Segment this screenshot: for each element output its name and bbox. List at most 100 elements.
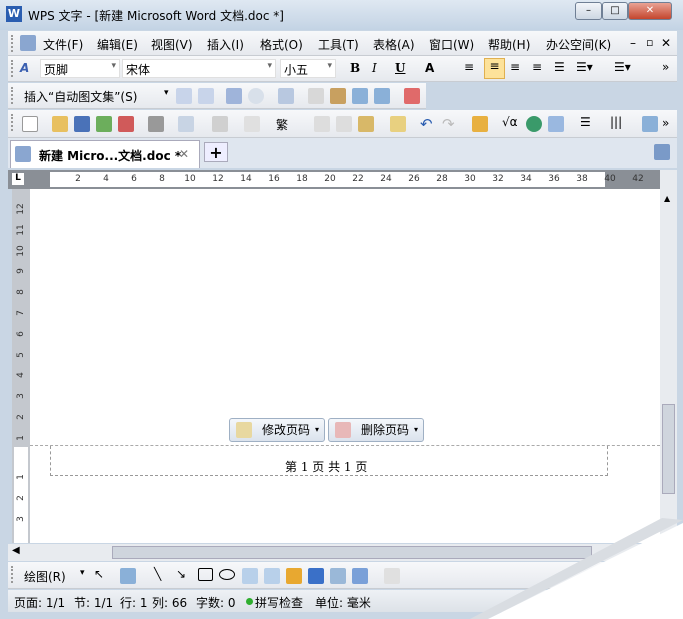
more-button[interactable]: » — [662, 116, 669, 130]
status-word-count[interactable]: 字数: 0 — [196, 594, 236, 611]
delete-page-number-button[interactable]: 删除页码 ▾ — [328, 418, 424, 442]
footer-text[interactable]: 第 1 页 共 1 页 — [285, 458, 367, 475]
style-select[interactable]: 页脚 ▾ — [40, 59, 120, 78]
arrow-icon[interactable]: ↘ — [176, 567, 186, 581]
close-button[interactable]: ✕ — [628, 2, 672, 20]
menu-office-space[interactable]: 办公空间(K) — [546, 36, 611, 53]
more-button[interactable]: » — [662, 60, 669, 74]
tab-close-icon[interactable]: ✕ — [179, 147, 189, 161]
underline-button[interactable]: U — [395, 61, 405, 75]
same-as-previous-icon[interactable] — [308, 88, 324, 104]
menu-edit[interactable]: 编辑(E) — [97, 36, 138, 53]
align-right-button[interactable]: ≡ — [510, 60, 520, 74]
font-select[interactable]: 宋体 ▾ — [122, 59, 276, 78]
scroll-up-icon[interactable]: ▲ — [664, 194, 670, 203]
date-icon[interactable] — [226, 88, 242, 104]
page-number-icon[interactable] — [176, 88, 192, 104]
textbox-icon[interactable] — [242, 568, 258, 584]
toolbar-grip[interactable] — [11, 60, 13, 77]
menu-insert[interactable]: 插入(I) — [207, 36, 244, 53]
doc-close-button[interactable]: ✕ — [661, 36, 671, 50]
menu-view[interactable]: 视图(V) — [151, 36, 193, 53]
chevron-down-icon[interactable]: ▾ — [80, 568, 85, 578]
distributed-button[interactable]: ☰ — [554, 60, 565, 74]
print-icon[interactable] — [148, 116, 164, 132]
autoshapes-icon[interactable] — [120, 568, 136, 584]
vertical-textbox-icon[interactable] — [264, 568, 280, 584]
line-icon[interactable]: ╲ — [154, 567, 161, 581]
menu-window[interactable]: 窗口(W) — [429, 36, 474, 53]
maximize-button[interactable]: □ — [602, 2, 628, 20]
font-size-select[interactable]: 小五 ▾ — [280, 59, 336, 78]
align-center-button[interactable]: ≡ — [484, 58, 505, 79]
justify-button[interactable]: ≡ — [532, 60, 542, 74]
minimize-button[interactable]: – — [575, 2, 602, 20]
insert-autotext-button[interactable]: 插入“自动图文集”(S) — [24, 88, 137, 105]
hyperlink-icon[interactable] — [526, 116, 542, 132]
edit-page-number-button[interactable]: 修改页码 ▾ — [229, 418, 325, 442]
footer-region[interactable]: 第 1 页 共 1 页 — [50, 446, 608, 476]
document-tab[interactable]: 新建 Micro...文档.doc * ✕ — [10, 140, 200, 168]
new-icon[interactable] — [22, 116, 38, 132]
toolbar-grip[interactable] — [11, 114, 13, 131]
doc-restore-button[interactable]: ▫ — [646, 36, 653, 49]
align-left-button[interactable]: ≡ — [464, 60, 474, 74]
close-header-footer-icon[interactable] — [404, 88, 420, 104]
fill-color-icon[interactable] — [384, 568, 400, 584]
save-icon[interactable] — [74, 116, 90, 132]
new-tab-button[interactable]: + — [204, 142, 228, 162]
menu-table[interactable]: 表格(A) — [373, 36, 415, 53]
spellcheck-button[interactable]: 拼写检查 — [255, 594, 303, 611]
open-icon[interactable] — [52, 116, 68, 132]
window-layout-icon[interactable] — [654, 144, 670, 160]
undo-icon[interactable]: ↶ — [420, 115, 433, 133]
traditional-chinese-button[interactable]: 繁 — [276, 116, 288, 133]
document-area[interactable]: 第 1 页 共 1 页 — [30, 189, 660, 543]
insert-object-icon[interactable] — [352, 568, 368, 584]
toolbar-grip[interactable] — [11, 35, 13, 52]
show-previous-icon[interactable] — [352, 88, 368, 104]
format-painter-disabled-icon[interactable] — [244, 116, 260, 132]
scroll-left-icon[interactable]: ◀ — [12, 545, 20, 556]
redo-icon[interactable]: ↷ — [442, 115, 455, 133]
columns-icon[interactable]: ☰ — [580, 115, 591, 129]
page-count-icon[interactable] — [198, 88, 214, 104]
rectangle-icon[interactable] — [198, 568, 213, 581]
vertical-ruler[interactable]: 12 11 10 9 8 7 6 5 4 3 2 1 1 2 3 — [12, 189, 30, 543]
bullets-button[interactable]: ☰▾ — [614, 60, 631, 74]
document-map-icon[interactable] — [642, 116, 658, 132]
vertical-scrollbar[interactable]: ▲ — [660, 170, 677, 543]
table-icon[interactable] — [548, 116, 564, 132]
print-preview-icon[interactable] — [178, 116, 194, 132]
horizontal-ruler[interactable]: L 2 4 6 8 10 12 14 16 18 20 22 24 26 28 30 32 34 36 38 40 42 — [8, 170, 677, 189]
menu-help[interactable]: 帮助(H) — [488, 36, 530, 53]
page-setup-icon[interactable] — [278, 88, 294, 104]
clipart-icon[interactable] — [286, 568, 302, 584]
cut-icon[interactable] — [336, 116, 352, 132]
toolbar-grip[interactable] — [11, 566, 13, 583]
document-icon[interactable] — [20, 35, 36, 51]
format-brush-icon[interactable] — [390, 116, 406, 132]
ellipse-icon[interactable] — [219, 569, 235, 580]
email-icon[interactable] — [96, 116, 112, 132]
menu-format[interactable]: 格式(O) — [260, 36, 303, 53]
formula-icon[interactable]: √α — [502, 115, 518, 129]
draw-menu-button[interactable]: 绘图(R) — [24, 568, 66, 585]
switch-header-footer-icon[interactable] — [330, 88, 346, 104]
chevron-down-icon[interactable]: ▾ — [164, 88, 169, 98]
font-color-button[interactable]: A — [425, 61, 434, 75]
italic-button[interactable]: I — [372, 61, 377, 75]
wordart-icon[interactable] — [308, 568, 324, 584]
tab-stop-selector[interactable]: L — [12, 173, 24, 185]
spellcheck-icon[interactable] — [212, 116, 228, 132]
copy-icon[interactable] — [314, 116, 330, 132]
scroll-thumb[interactable] — [112, 546, 592, 559]
picture-icon[interactable] — [330, 568, 346, 584]
menu-tools[interactable]: 工具(T) — [318, 36, 359, 53]
export-pdf-icon[interactable] — [118, 116, 134, 132]
doc-minimize-button[interactable]: – — [630, 36, 636, 50]
scroll-thumb[interactable] — [662, 404, 675, 494]
style-icon[interactable]: A — [20, 61, 36, 77]
status-unit[interactable]: 单位: 毫米 — [315, 594, 371, 611]
line-spacing-button[interactable]: ☰▾ — [576, 60, 593, 74]
